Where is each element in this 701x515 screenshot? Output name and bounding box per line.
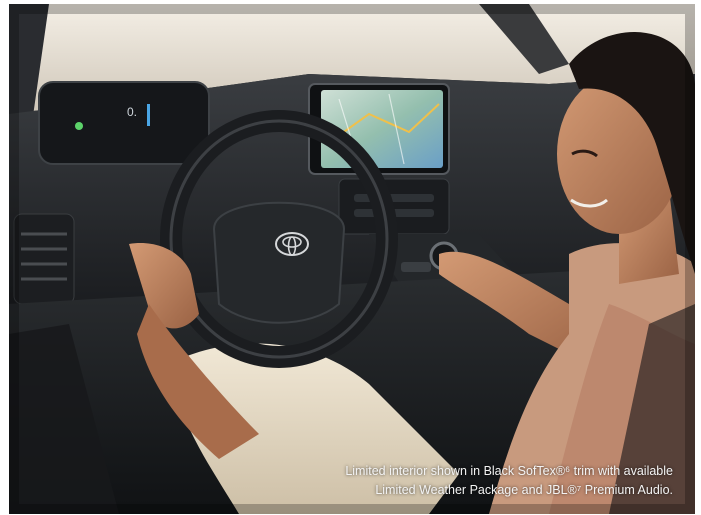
- caption-line-1: Limited interior shown in Black SofTex®⁶…: [345, 464, 673, 478]
- car-interior-photo: 0. Limited interior shown in Black SofTe…: [9, 4, 695, 514]
- photo-illustration: 0.: [9, 4, 695, 514]
- caption-line-2: Limited Weather Package and JBL®⁷ Premiu…: [375, 483, 673, 497]
- steering-hub: [212, 201, 346, 324]
- svg-text:0.: 0.: [127, 105, 137, 119]
- instrument-cluster: [38, 81, 210, 165]
- photo-caption: Limited interior shown in Black SofTex®⁶…: [213, 462, 673, 500]
